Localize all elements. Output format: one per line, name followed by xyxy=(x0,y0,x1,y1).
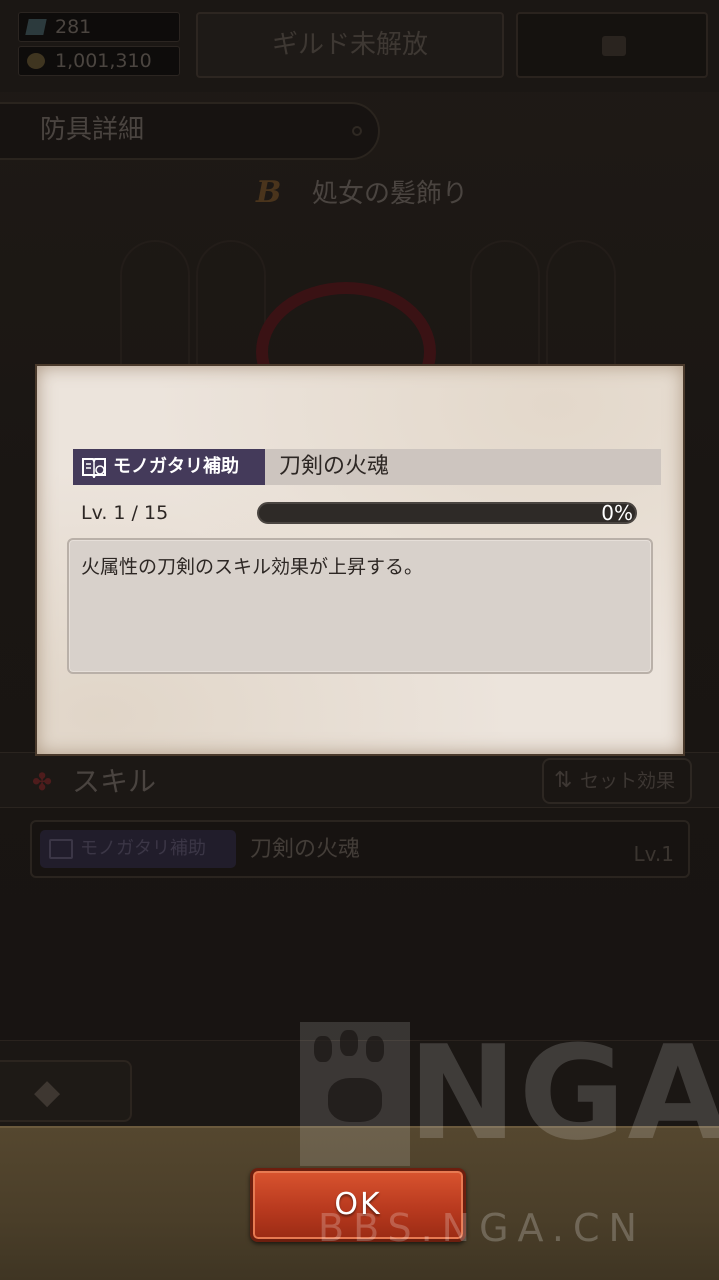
skill-level: Lv.1 xyxy=(633,842,674,866)
background-arch xyxy=(120,240,190,370)
book-icon xyxy=(82,458,106,478)
back-arrow-icon: ◆ xyxy=(34,1072,61,1112)
skill-type-label: モノガタリ補助 xyxy=(113,456,239,477)
skill-name: 刀剣の火魂 xyxy=(250,837,361,862)
gold-counter: 1,001,310 xyxy=(18,46,180,76)
skill-description-box: 火属性の刀剣のスキル効果が上昇する。 xyxy=(67,538,653,674)
background-arch xyxy=(546,240,616,370)
cross-icon: ✤ xyxy=(32,768,53,796)
set-effect-label: セット効果 xyxy=(580,770,676,792)
skill-progress-text: 0% xyxy=(601,501,633,525)
gold-coin-icon xyxy=(27,53,45,69)
skill-level-label: Lv. 1 / 15 xyxy=(81,502,169,524)
paw-watermark-icon xyxy=(300,1022,410,1166)
skill-progress-bar: 0% xyxy=(257,501,637,525)
armor-detail-title: 防具詳細 xyxy=(40,115,145,145)
skill-row[interactable]: モノガタリ補助 刀剣の火魂 Lv.1 xyxy=(30,820,690,878)
skill-name-bar: モノガタリ補助 刀剣の火魂 xyxy=(73,449,661,485)
gem-count: 281 xyxy=(55,16,92,38)
skill-type-tag: モノガタリ補助 xyxy=(40,830,236,868)
skill-section-title: スキル xyxy=(72,765,157,798)
gem-counter: 281 xyxy=(18,12,180,42)
skill-type-tag: モノガタリ補助 xyxy=(73,449,265,485)
lock-icon xyxy=(602,36,626,56)
watermark-url: BBS.NGA.CN xyxy=(318,1206,646,1250)
gold-count: 1,001,310 xyxy=(55,50,152,72)
skill-detail-dialog: モノガタリ補助 刀剣の火魂 Lv. 1 / 15 0% 火属性の刀剣のスキル効果… xyxy=(37,366,683,754)
book-icon xyxy=(49,839,73,859)
top-bar: 281 1,001,310 ギルド未解放 xyxy=(0,0,719,92)
guild-button[interactable]: ギルド未解放 xyxy=(196,12,504,78)
set-effect-button[interactable]: ⇅ セット効果 xyxy=(542,758,692,804)
swap-icon: ⇅ xyxy=(554,768,573,793)
dialog-skill-name: 刀剣の火魂 xyxy=(279,454,390,479)
header-ornament-icon xyxy=(352,126,362,136)
back-button[interactable]: ◆ xyxy=(0,1060,132,1122)
gem-icon xyxy=(25,19,47,35)
rank-badge: B xyxy=(256,175,282,210)
skill-description: 火属性の刀剣のスキル効果が上昇する。 xyxy=(81,556,424,578)
skill-type-label: モノガタリ補助 xyxy=(80,838,206,859)
locked-button[interactable] xyxy=(516,12,708,78)
item-name: 処女の髪飾り xyxy=(312,179,469,209)
watermark-logo: NGA xyxy=(408,1017,719,1169)
screen: 281 1,001,310 ギルド未解放 防具詳細 B 処女の髪飾り ✤ スキル… xyxy=(0,0,719,1280)
background-arch xyxy=(470,240,540,370)
